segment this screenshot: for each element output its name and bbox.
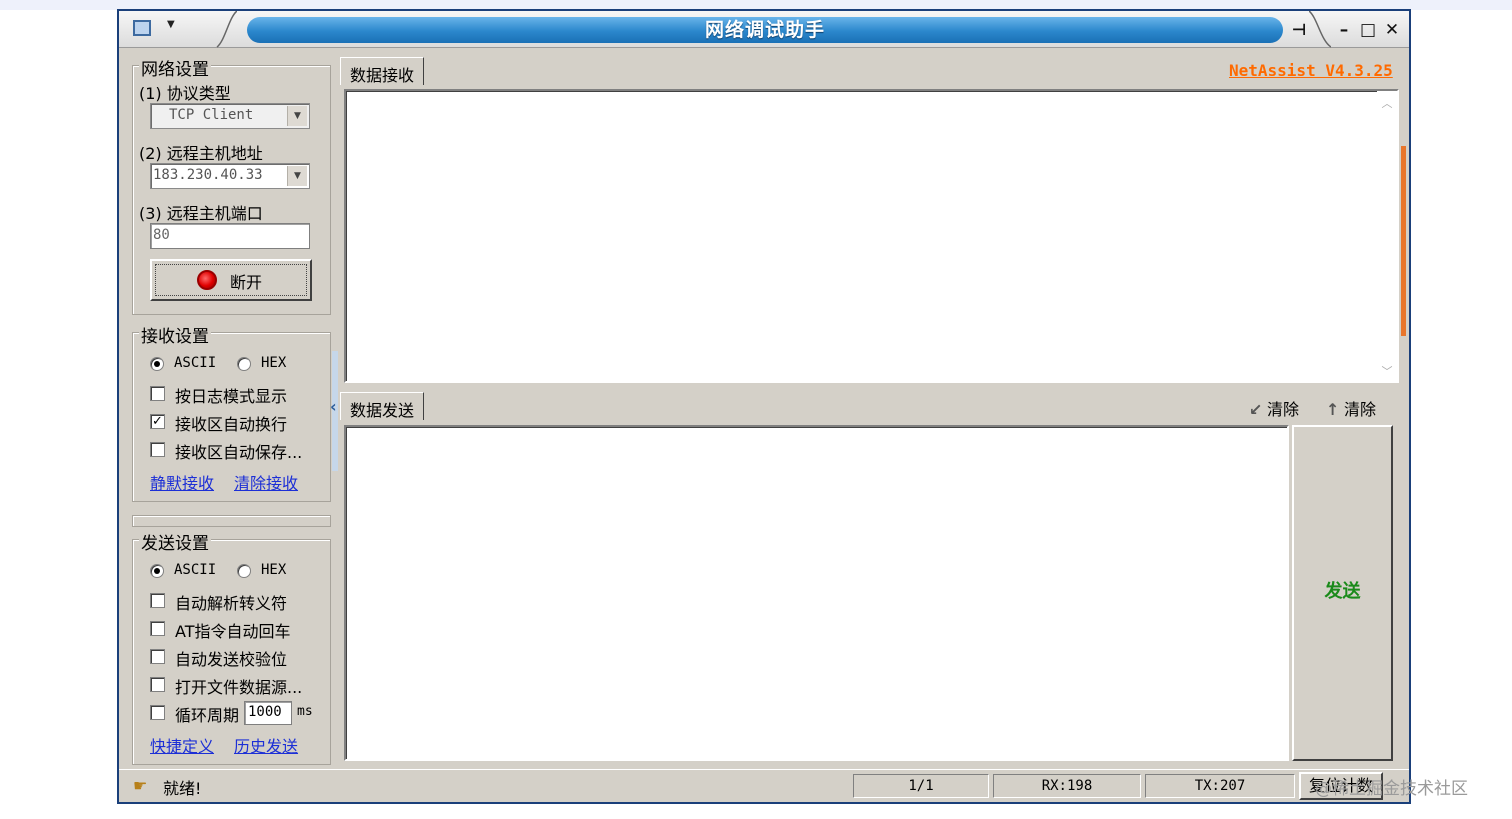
clear-receive-link[interactable]: 清除接收 [234,470,298,494]
status-bar: ☛ 就绪! 1/1 RX:198 TX:207 复位计数 [119,769,1409,802]
host-label: (2) 远程主机地址 [139,144,263,163]
auto-checksum-checkbox[interactable] [150,649,165,664]
receive-hex-radio[interactable] [237,357,251,371]
title-bar: ▼ 网络调试助手 ⊣ – □ ✕ [119,11,1409,48]
titlebar-divider-right [1309,11,1331,48]
file-source-label: 打开文件数据源... [175,678,303,697]
file-source-checkbox[interactable] [150,677,165,692]
watermark: @稀土掘金技术社区 [1315,779,1468,799]
disconnect-button[interactable]: 断开 [150,259,312,301]
auto-wrap-label: 接收区自动换行 [175,415,288,434]
auto-save-label: 接收区自动保存... [175,443,303,462]
auto-save-checkbox[interactable] [150,442,165,457]
chevron-down-icon[interactable]: ▼ [287,106,307,126]
port-label: (3) 远程主机端口 [139,204,263,223]
send-hex-radio[interactable] [237,564,251,578]
loop-label: 循环周期 [175,706,240,725]
send-history-link[interactable]: 历史发送 [234,733,298,757]
status-text: 就绪! [163,779,202,798]
network-settings-group: 网络设置 (1) 协议类型 TCP Client ▼ (2) 远程主机地址 18… [132,55,331,315]
loop-period-input[interactable]: 1000 [244,701,292,725]
at-cr-label: AT指令自动回车 [175,622,291,641]
status-led-icon [197,270,217,290]
send-ascii-radio[interactable] [150,564,164,578]
rx-counter: RX:198 [993,774,1141,798]
receive-scrollbar[interactable]: ︿ ﹀ [1377,91,1397,381]
close-button[interactable]: ✕ [1381,19,1403,41]
loop-checkbox[interactable] [150,705,165,720]
host-value: 183.230.40.33 [153,167,263,183]
network-settings-label: 网络设置 [139,55,211,80]
protocol-label: (1) 协议类型 [139,84,231,103]
tx-counter: TX:207 [1145,774,1295,798]
send-button[interactable]: 发送 [1292,425,1393,761]
chevron-down-icon: ▼ [167,19,175,30]
clear-send-button[interactable]: ↙ 清除 [1249,396,1299,420]
receive-ascii-radio[interactable] [150,357,164,371]
receive-scroll-accent [1401,146,1406,336]
scroll-up-icon[interactable]: ︿ [1379,95,1395,111]
clear-counter-button[interactable]: ↑ 清除 [1326,396,1376,420]
computer-icon [133,20,151,36]
pin-icon[interactable]: ⊣ [1288,19,1310,41]
collapsed-group [132,515,331,527]
scroll-down-icon[interactable]: ﹀ [1379,363,1395,379]
loop-unit: ms [297,704,313,719]
auto-escape-checkbox[interactable] [150,593,165,608]
receive-settings-group: 接收设置 ASCII HEX 按日志模式显示 ✓ 接收区自动换行 接收区自动保存… [132,322,331,502]
version-link[interactable]: NetAssist V4.3.25 [1229,61,1393,80]
receive-ascii-label: ASCII [174,355,217,371]
chevron-down-icon[interactable]: ▼ [287,166,307,186]
auto-wrap-checkbox[interactable]: ✓ [150,414,165,429]
protocol-select[interactable]: TCP Client ▼ [150,103,310,129]
send-settings-label: 发送设置 [139,529,211,554]
clear-counter-label: 清除 [1344,400,1377,419]
log-mode-label: 按日志模式显示 [175,387,288,406]
clear-send-label: 清除 [1267,400,1300,419]
clear-up-icon: ↑ [1326,400,1340,419]
send-hex-label: HEX [261,562,287,578]
collapse-chevron-icon[interactable]: ‹ [330,397,337,416]
send-settings-group: 发送设置 ASCII HEX 自动解析转义符 AT指令自动回车 自动发送校验位 … [132,529,331,765]
protocol-value: TCP Client [169,107,254,123]
auto-checksum-label: 自动发送校验位 [175,650,288,669]
minimize-button[interactable]: – [1333,19,1355,41]
send-ascii-label: ASCII [174,562,217,578]
window-title: 网络调试助手 [704,19,825,41]
send-textarea[interactable] [344,425,1289,761]
system-menu[interactable]: ▼ [129,17,181,41]
page-indicator: 1/1 [853,774,989,798]
tab-receive[interactable]: 数据接收 [340,57,425,85]
silent-receive-link[interactable]: 静默接收 [150,470,214,494]
tab-send[interactable]: 数据发送 [340,392,425,420]
app-window: ▼ 网络调试助手 ⊣ – □ ✕ 网络设置 (1) 协议类型 TCP Clien… [117,9,1411,804]
shortcut-define-link[interactable]: 快捷定义 [150,733,214,757]
disconnect-label: 断开 [230,273,263,292]
receive-hex-label: HEX [261,355,287,371]
host-select[interactable]: 183.230.40.33 ▼ [150,163,310,189]
auto-escape-label: 自动解析转义符 [175,594,288,613]
ready-hand-icon: ☛ [133,776,148,795]
receive-settings-label: 接收设置 [139,322,211,347]
titlebar-divider-left [216,11,237,48]
log-mode-checkbox[interactable] [150,386,165,401]
at-cr-checkbox[interactable] [150,621,165,636]
receive-textarea[interactable]: ︿ ﹀ [344,89,1399,383]
clear-down-icon: ↙ [1249,400,1263,419]
maximize-button[interactable]: □ [1357,19,1379,41]
port-input[interactable]: 80 [150,223,310,249]
